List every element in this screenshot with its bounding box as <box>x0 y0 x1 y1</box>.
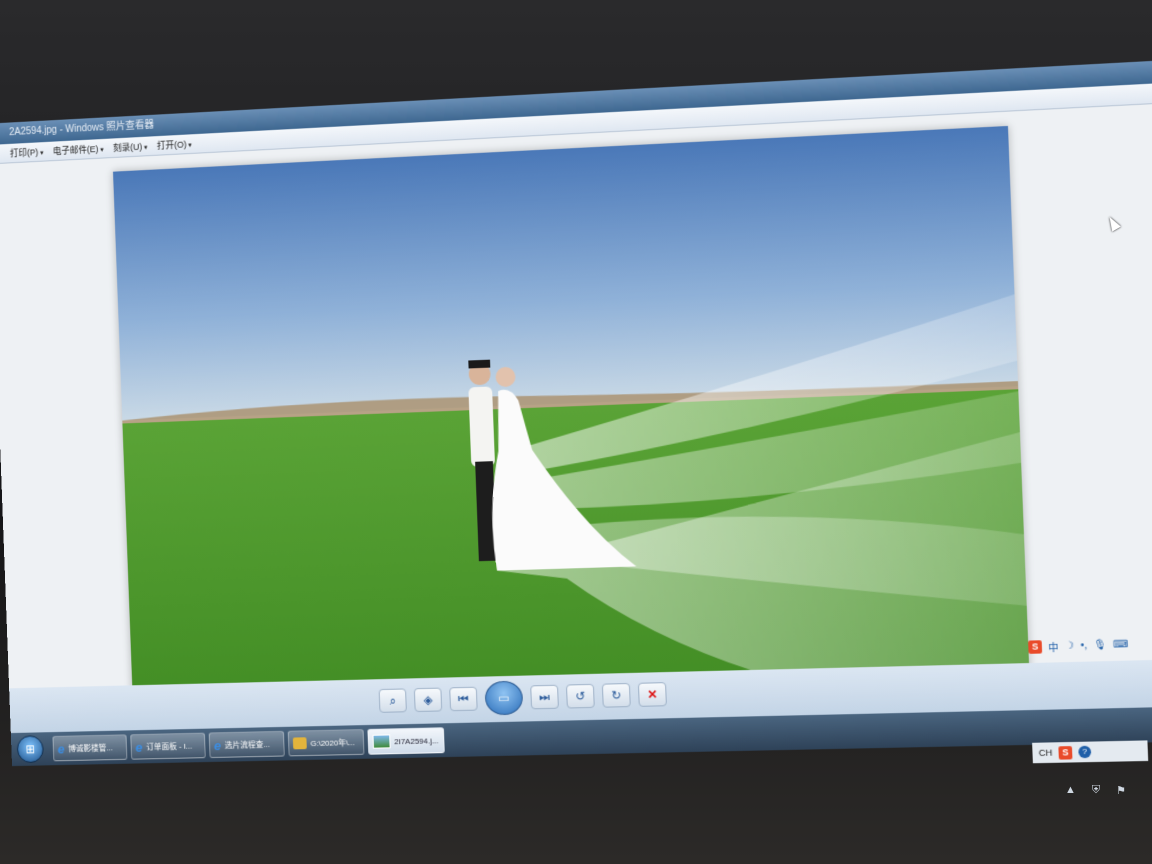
image-icon <box>373 734 391 748</box>
zoom-icon[interactable]: ⌕ <box>379 688 407 712</box>
ie-icon: e <box>214 738 222 753</box>
slideshow-icon[interactable]: ▭ <box>484 681 523 716</box>
taskbar-item-active[interactable]: 2I7A2594.j... <box>367 727 444 754</box>
monitor-photo: 2A2594.jpg - Windows 照片查看器 打印(P) 电子邮件(E)… <box>0 0 1152 864</box>
taskbar-item[interactable]: e 选片流程查... <box>209 731 285 758</box>
keyboard-icon[interactable]: ⌨ <box>1113 638 1129 650</box>
taskbar-item[interactable]: G:\2020年\... <box>288 729 365 756</box>
fit-icon[interactable]: ◈ <box>414 688 442 712</box>
start-button[interactable]: ⊞ <box>17 735 44 763</box>
delete-icon[interactable]: ✕ <box>638 682 667 707</box>
ime-toolbar: S 中 ☽ •, 🎙 ⌨ <box>1028 635 1152 655</box>
language-indicator[interactable]: CH <box>1039 748 1053 759</box>
rotate-cw-icon[interactable]: ↻ <box>602 683 631 708</box>
folder-icon <box>293 737 307 749</box>
help-icon[interactable]: ? <box>1078 746 1091 759</box>
chevron-up-icon[interactable]: ▲ <box>1065 784 1076 797</box>
ie-icon: e <box>135 739 142 754</box>
wedding-photo <box>113 126 1031 743</box>
rotate-ccw-icon[interactable]: ↺ <box>566 684 595 709</box>
ime-mode[interactable]: 中 <box>1048 638 1059 654</box>
wedding-photo-image <box>113 126 1031 743</box>
system-tray: ▲ ⛨ ⚑ <box>1065 784 1126 797</box>
menu-open[interactable]: 打开(O) <box>157 137 192 152</box>
menu-burn[interactable]: 刻录(U) <box>113 140 148 154</box>
flag-icon[interactable]: ⚑ <box>1116 784 1126 797</box>
language-tray: CH S ? <box>1032 740 1148 763</box>
punctuation-icon[interactable]: •, <box>1080 640 1087 651</box>
screen: 2A2594.jpg - Windows 照片查看器 打印(P) 电子邮件(E)… <box>0 0 1152 811</box>
taskbar-item[interactable]: e 订单面板 - I... <box>130 733 206 760</box>
menu-email[interactable]: 电子邮件(E) <box>53 142 104 157</box>
viewer-controls: ⌕ ◈ ⏮ ▭ ⏭ ↺ ↻ ✕ <box>374 677 673 718</box>
moon-icon[interactable]: ☽ <box>1065 640 1075 652</box>
previous-icon[interactable]: ⏮ <box>449 687 477 712</box>
ie-icon: e <box>57 741 64 756</box>
sogou-logo-icon[interactable]: S <box>1028 640 1042 654</box>
microphone-icon[interactable]: 🎙 <box>1093 639 1107 651</box>
photo-viewer-area <box>0 102 1152 688</box>
sogou-tray-icon[interactable]: S <box>1058 746 1072 760</box>
menu-print[interactable]: 打印(P) <box>10 145 44 159</box>
taskbar-item[interactable]: e 博诚影楼管... <box>52 734 127 761</box>
window-title: 2A2594.jpg - Windows 照片查看器 <box>9 120 154 138</box>
shield-icon[interactable]: ⛨ <box>1092 784 1100 797</box>
next-icon[interactable]: ⏭ <box>530 685 559 710</box>
